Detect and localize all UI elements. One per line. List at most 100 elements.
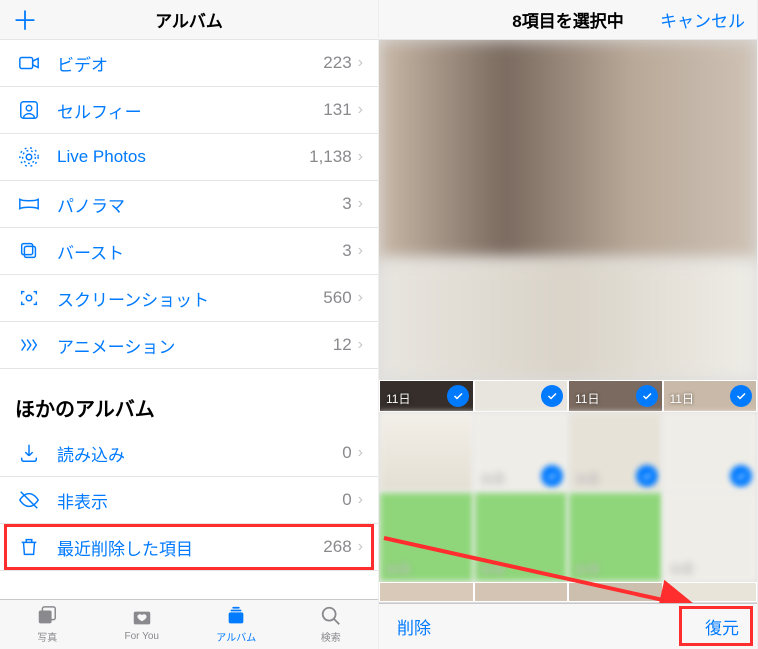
thumb[interactable]: 11日 bbox=[379, 492, 474, 582]
day-label: 11日 bbox=[575, 470, 599, 487]
thumb-row: 11日 11日 11日 bbox=[379, 380, 757, 412]
video-icon bbox=[15, 52, 43, 74]
thumb[interactable]: 11日 bbox=[663, 380, 758, 412]
thumb[interactable]: 11日 bbox=[568, 492, 663, 582]
row-recently-deleted[interactable]: 最近削除した項目 268 › bbox=[0, 524, 378, 571]
row-hidden[interactable]: 非表示 0 › bbox=[0, 477, 378, 524]
thumb[interactable]: 11日 bbox=[663, 492, 758, 582]
row-label: パノラマ bbox=[57, 192, 342, 217]
row-count: 1,138 bbox=[309, 147, 352, 167]
thumb[interactable] bbox=[379, 412, 474, 492]
photo-blur bbox=[379, 40, 757, 260]
check-icon bbox=[730, 465, 752, 487]
burst-icon bbox=[15, 240, 43, 262]
thumb-row: 11日 11日 bbox=[379, 412, 757, 492]
row-label: 読み込み bbox=[57, 441, 342, 466]
chevron-right-icon: › bbox=[358, 538, 363, 556]
row-count: 3 bbox=[342, 194, 351, 214]
day-label: 11日 bbox=[386, 560, 410, 577]
check-icon bbox=[541, 465, 563, 487]
thumb[interactable]: 11日 bbox=[474, 492, 569, 582]
row-label: スクリーンショット bbox=[57, 286, 323, 311]
row-count: 560 bbox=[323, 288, 351, 308]
row-video[interactable]: ビデオ 223 › bbox=[0, 40, 378, 87]
row-selfie[interactable]: セルフィー 131 › bbox=[0, 87, 378, 134]
row-count: 0 bbox=[342, 490, 351, 510]
check-icon bbox=[730, 385, 752, 407]
import-icon bbox=[15, 442, 43, 464]
selfie-icon bbox=[15, 99, 43, 121]
row-label: ビデオ bbox=[57, 51, 323, 76]
thumb[interactable] bbox=[379, 582, 474, 602]
chevron-right-icon: › bbox=[358, 336, 363, 354]
albums-pane: ＋ アルバム ビデオ 223 › セルフィー 131 › Live Photos… bbox=[0, 0, 379, 649]
chevron-right-icon: › bbox=[358, 195, 363, 213]
thumb[interactable] bbox=[474, 380, 569, 412]
row-label: アニメーション bbox=[57, 333, 333, 358]
chevron-right-icon: › bbox=[358, 491, 363, 509]
tab-label: 写真 bbox=[37, 629, 57, 644]
photo-grid[interactable]: 11日 11日 11日 11日 11日 11日 11日 11日 11日 bbox=[379, 40, 757, 603]
tab-photos[interactable]: 写真 bbox=[0, 600, 95, 649]
chevron-right-icon: › bbox=[358, 148, 363, 166]
delete-button[interactable]: 削除 bbox=[397, 614, 431, 639]
day-label: 11日 bbox=[481, 560, 505, 577]
recover-button[interactable]: 復元 bbox=[705, 614, 739, 639]
row-label: Live Photos bbox=[57, 147, 309, 167]
row-label: セルフィー bbox=[57, 98, 323, 123]
other-albums-header: ほかのアルバム bbox=[0, 369, 378, 430]
chevron-right-icon: › bbox=[358, 242, 363, 260]
tab-label: アルバム bbox=[216, 629, 256, 644]
thumb[interactable]: 11日 bbox=[379, 380, 474, 412]
row-pano[interactable]: パノラマ 3 › bbox=[0, 181, 378, 228]
thumb[interactable]: 11日 bbox=[568, 412, 663, 492]
tab-search[interactable]: 検索 bbox=[284, 600, 379, 649]
row-label: 非表示 bbox=[57, 488, 342, 513]
day-label: 11日 bbox=[481, 470, 505, 487]
row-count: 131 bbox=[323, 100, 351, 120]
tab-albums[interactable]: アルバム bbox=[189, 600, 284, 649]
albums-title: アルバム bbox=[0, 7, 378, 32]
animation-icon bbox=[15, 334, 43, 356]
tab-label: For You bbox=[125, 631, 159, 642]
thumb[interactable]: 11日 bbox=[568, 380, 663, 412]
day-label: 11日 bbox=[386, 390, 410, 407]
row-live[interactable]: Live Photos 1,138 › bbox=[0, 134, 378, 181]
check-icon bbox=[636, 465, 658, 487]
thumb-row bbox=[379, 582, 757, 602]
trash-icon bbox=[15, 536, 43, 558]
row-screenshot[interactable]: スクリーンショット 560 › bbox=[0, 275, 378, 322]
row-burst[interactable]: バースト 3 › bbox=[0, 228, 378, 275]
row-count: 3 bbox=[342, 241, 351, 261]
add-button[interactable]: ＋ bbox=[12, 1, 38, 38]
thumb[interactable] bbox=[474, 582, 569, 602]
row-count: 12 bbox=[333, 335, 352, 355]
row-import[interactable]: 読み込み 0 › bbox=[0, 430, 378, 477]
thumb-row: 11日 11日 11日 11日 bbox=[379, 492, 757, 582]
thumb[interactable]: 11日 bbox=[474, 412, 569, 492]
row-label: バースト bbox=[57, 239, 342, 264]
panorama-icon bbox=[15, 193, 43, 215]
deleted-pane: 8項目を選択中 キャンセル 11日 11日 11日 11日 11日 11日 11… bbox=[379, 0, 758, 649]
albums-navbar: ＋ アルバム bbox=[0, 0, 378, 40]
thumb[interactable] bbox=[663, 412, 758, 492]
row-animation[interactable]: アニメーション 12 › bbox=[0, 322, 378, 369]
tabbar: 写真 For You アルバム 検索 bbox=[0, 599, 378, 649]
bottom-toolbar: 削除 復元 bbox=[379, 603, 757, 649]
live-icon bbox=[15, 146, 43, 168]
deleted-navbar: 8項目を選択中 キャンセル bbox=[379, 0, 757, 40]
photo-blur bbox=[379, 260, 757, 380]
thumb[interactable] bbox=[568, 582, 663, 602]
day-label: 11日 bbox=[575, 390, 599, 407]
check-icon bbox=[636, 385, 658, 407]
hidden-icon bbox=[15, 489, 43, 511]
chevron-right-icon: › bbox=[358, 289, 363, 307]
albums-list: ビデオ 223 › セルフィー 131 › Live Photos 1,138 … bbox=[0, 40, 378, 599]
screenshot-icon bbox=[15, 287, 43, 309]
row-count: 268 bbox=[323, 537, 351, 557]
day-label: 11日 bbox=[670, 560, 694, 577]
thumb[interactable] bbox=[663, 582, 758, 602]
cancel-button[interactable]: キャンセル bbox=[660, 7, 745, 32]
chevron-right-icon: › bbox=[358, 54, 363, 72]
tab-foryou[interactable]: For You bbox=[95, 600, 190, 649]
